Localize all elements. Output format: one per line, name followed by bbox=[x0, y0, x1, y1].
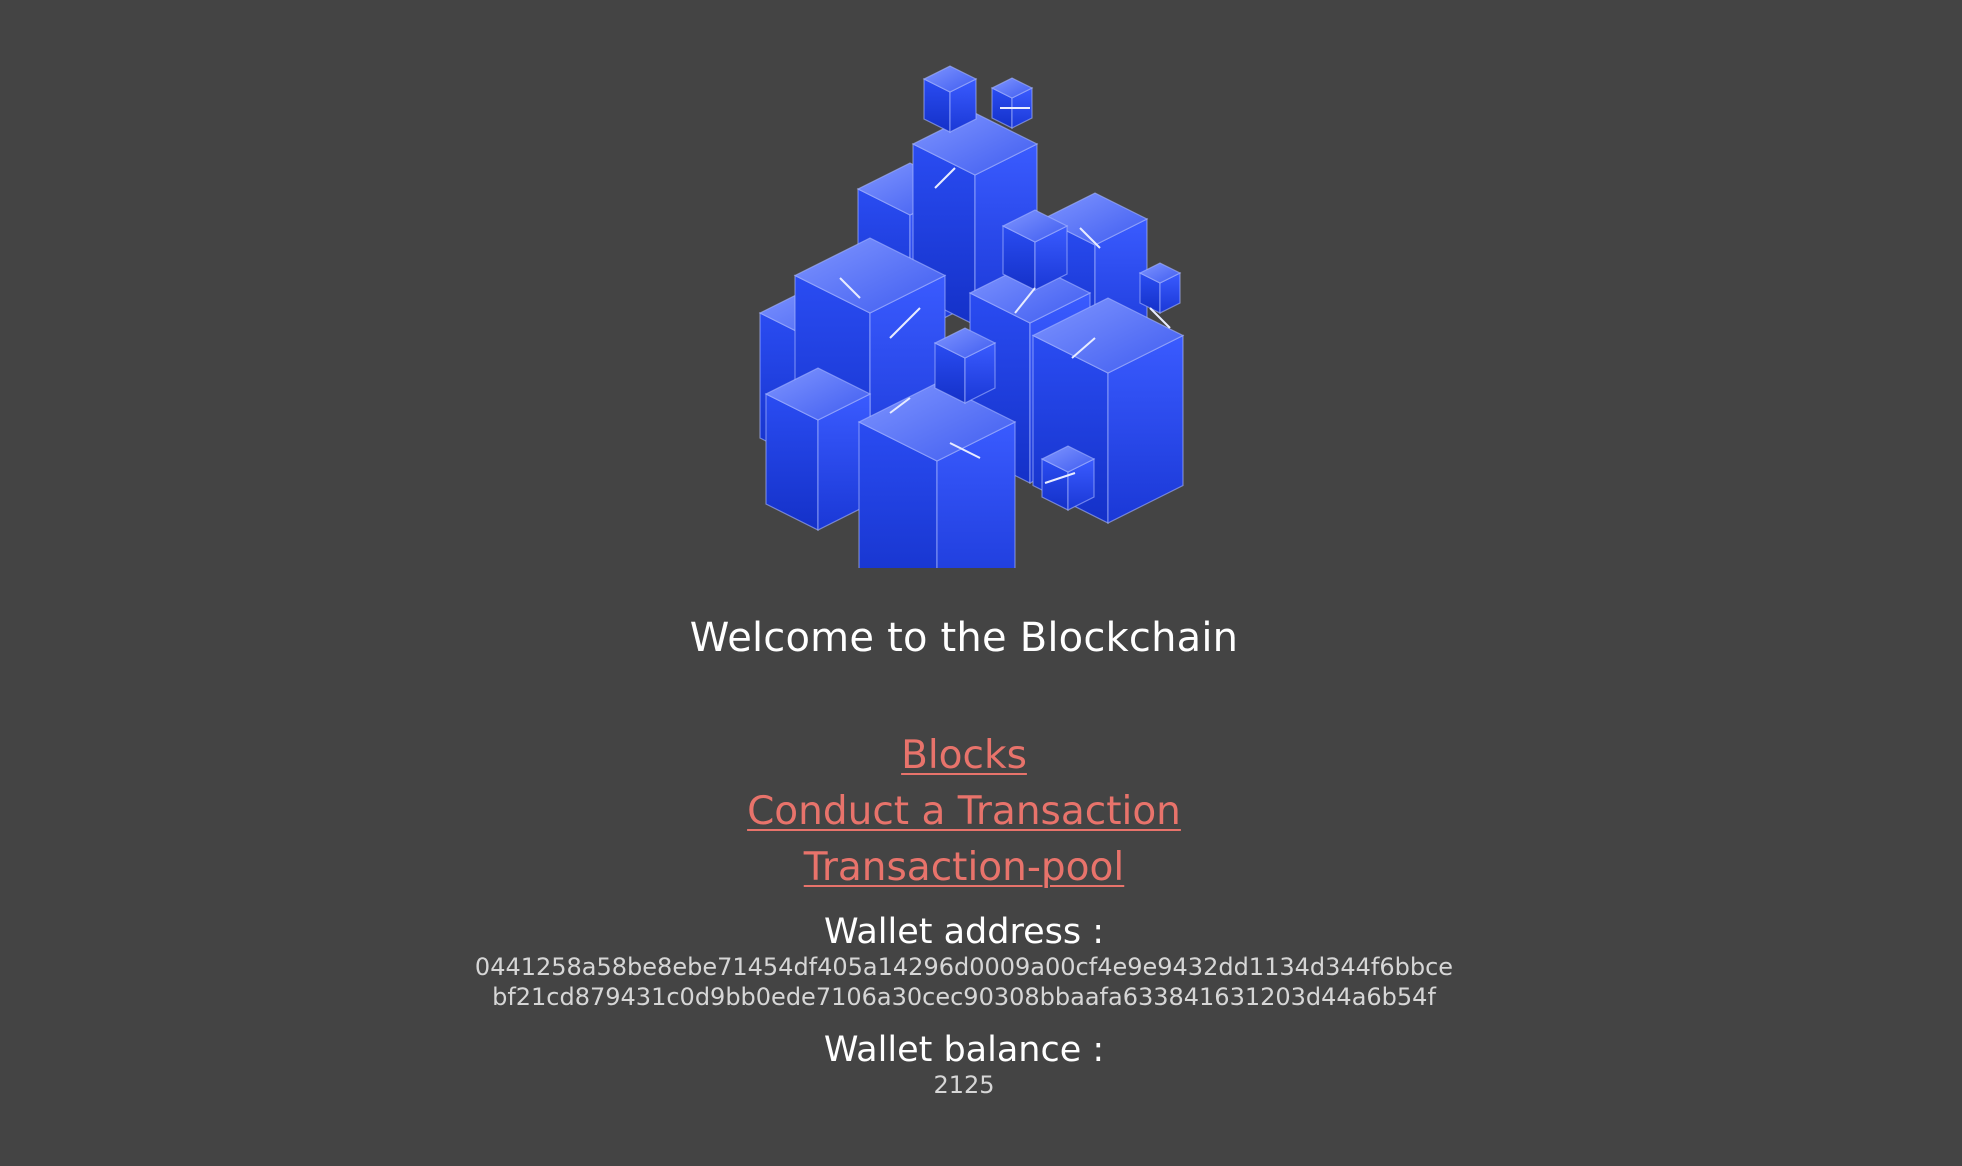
wallet-address-line-1: 0441258a58be8ebe71454df405a14296d0009a00… bbox=[474, 953, 1454, 981]
wallet-address-label: Wallet address : bbox=[823, 912, 1105, 952]
wallet-address-line-2: bf21cd879431c0d9bb0ede7106a30cec90308bba… bbox=[492, 983, 1436, 1011]
nav-link-conduct-transaction[interactable]: Conduct a Transaction bbox=[0, 784, 1928, 840]
wallet-address-section: Wallet address : 0441258a58be8ebe71454df… bbox=[0, 912, 1928, 1012]
blockchain-cubes-icon bbox=[758, 65, 1185, 568]
nav-link-blocks[interactable]: Blocks bbox=[0, 728, 1928, 784]
main-nav: Blocks Conduct a Transaction Transaction… bbox=[0, 728, 1928, 896]
wallet-balance-value: 2125 bbox=[933, 1071, 995, 1099]
nav-link-transaction-pool[interactable]: Transaction-pool bbox=[0, 840, 1928, 896]
wallet-balance-label: Wallet balance : bbox=[823, 1030, 1105, 1070]
wallet-balance-section: Wallet balance : 2125 bbox=[0, 1030, 1928, 1100]
welcome-heading: Welcome to the Blockchain bbox=[689, 615, 1239, 661]
